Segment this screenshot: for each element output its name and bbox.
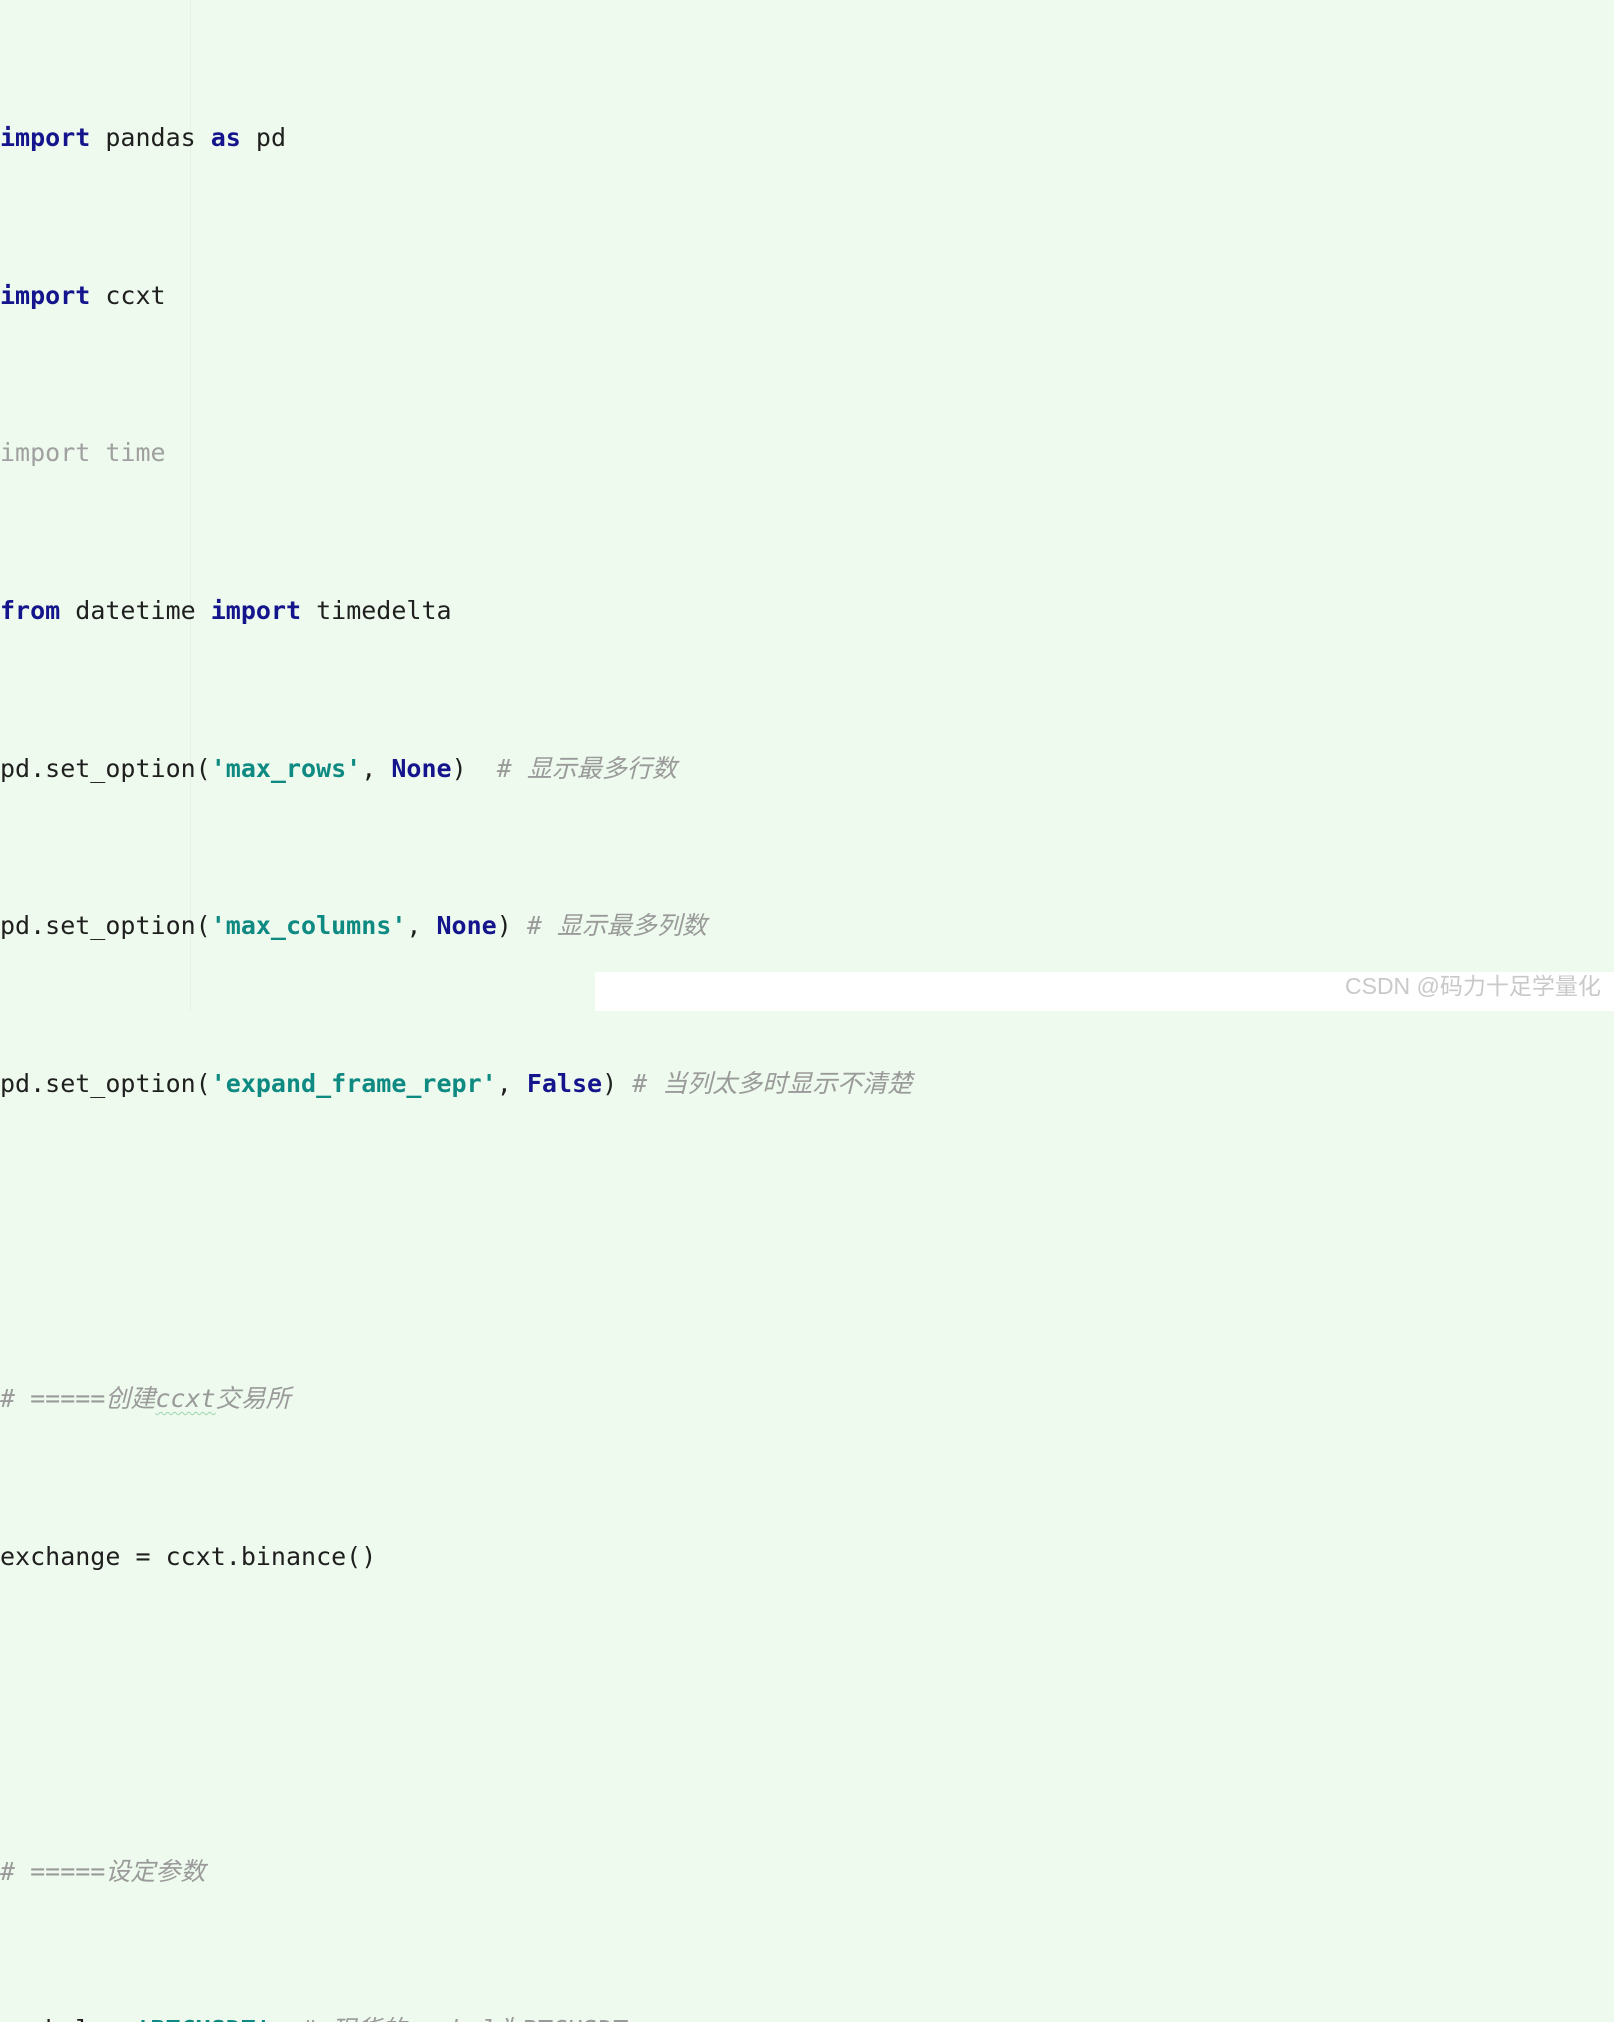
- string-btcusdt: 'BTCUSDT': [135, 2014, 271, 2022]
- comment-set-params: # =====设定参数: [0, 1856, 206, 1886]
- string-expand-frame-repr: 'expand_frame_repr': [210, 1068, 497, 1098]
- comment-create-exchange-pre: # =====创建: [0, 1384, 156, 1414]
- code-line-3: import time: [0, 433, 1614, 472]
- code-line-13: symbol = 'BTCUSDT' # 现货的symbol为BTCUSDT: [0, 2010, 1614, 2022]
- alias-pd: pd: [240, 123, 286, 153]
- keyword-import: import: [210, 596, 302, 626]
- comment-create-exchange-post: 交易所: [215, 1384, 291, 1414]
- code-line-4: from datetime import timedelta: [0, 591, 1614, 630]
- comment-spellcheck-word: ccxt: [155, 1384, 216, 1414]
- code-line-5: pd.set_option('max_rows', None) # 显示最多行数: [0, 749, 1614, 788]
- call-set-option: pd.set_option(: [0, 911, 211, 941]
- module-datetime: datetime: [60, 596, 211, 626]
- paren-close: ): [451, 753, 467, 783]
- code-line-9: # =====创建ccxt交易所: [0, 1379, 1614, 1418]
- code-line-10: exchange = ccxt.binance(): [0, 1537, 1614, 1576]
- code-line-1: import pandas as pd: [0, 118, 1614, 157]
- module-ccxt: ccxt: [90, 280, 166, 310]
- comment-expand-frame-repr: # 当列太多时显示不清楚: [617, 1068, 913, 1098]
- comment-symbol: # 现货的symbol为BTCUSDT: [271, 2015, 627, 2022]
- code-line-2: import ccxt: [0, 276, 1614, 315]
- string-max-columns: 'max_columns': [210, 911, 407, 941]
- keyword-import: import: [0, 280, 91, 310]
- keyword-import: import: [0, 123, 91, 153]
- separator: ,: [406, 911, 437, 941]
- separator: ,: [496, 1068, 527, 1098]
- keyword-as: as: [210, 123, 241, 153]
- code-editor[interactable]: import pandas as pd import ccxt import t…: [0, 0, 1614, 2022]
- paren-close: ): [496, 911, 512, 941]
- keyword-from: from: [0, 596, 61, 626]
- constant-none: None: [436, 911, 497, 941]
- comment-max-columns: # 显示最多列数: [511, 911, 707, 941]
- code-line-7: pd.set_option('expand_frame_repr', False…: [0, 1064, 1614, 1103]
- paren-close: ): [602, 1068, 618, 1098]
- code-line-6: pd.set_option('max_columns', None) # 显示最…: [0, 906, 1614, 945]
- code-block[interactable]: import pandas as pd import ccxt import t…: [0, 0, 1614, 2022]
- unused-import-time: import time: [0, 438, 166, 468]
- code-line-12: # =====设定参数: [0, 1852, 1614, 1891]
- constant-none: None: [391, 753, 452, 783]
- separator: ,: [361, 753, 392, 783]
- module-pandas: pandas: [90, 123, 211, 153]
- comment-max-rows: # 显示最多行数: [466, 753, 677, 783]
- csdn-watermark: CSDN @码力十足学量化: [1345, 973, 1601, 999]
- assign-symbol: symbol =: [0, 2015, 135, 2022]
- call-set-option: pd.set_option(: [0, 1068, 211, 1098]
- statement-exchange-init: exchange = ccxt.binance(): [0, 1541, 377, 1571]
- name-timedelta: timedelta: [301, 596, 452, 626]
- constant-false: False: [526, 1068, 603, 1098]
- call-set-option: pd.set_option(: [0, 753, 211, 783]
- string-max-rows: 'max_rows': [210, 753, 362, 783]
